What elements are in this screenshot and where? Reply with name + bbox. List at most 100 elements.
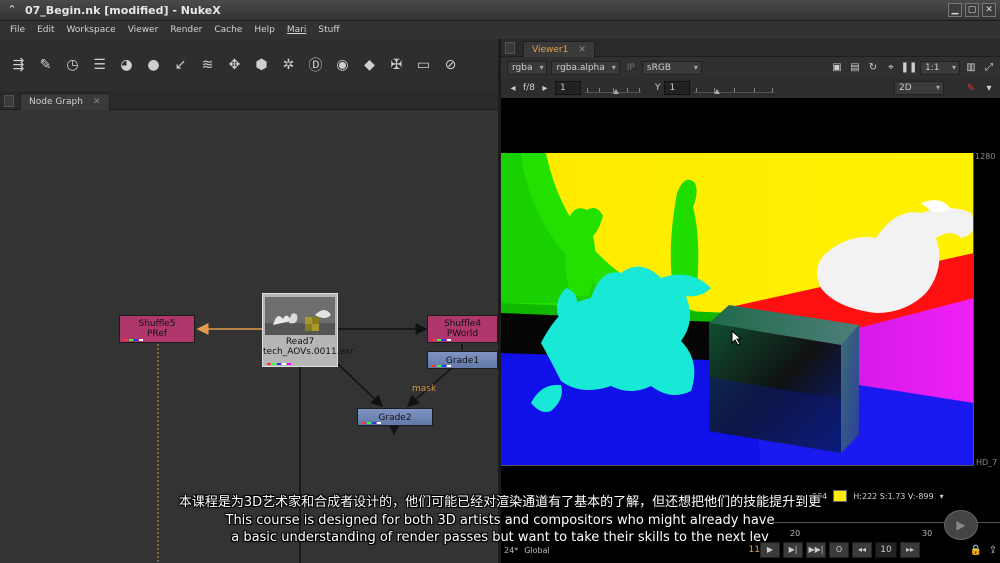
- channel-swatches: [432, 339, 451, 341]
- draw-icon[interactable]: ✎: [33, 53, 58, 78]
- refresh-icon[interactable]: ↻: [866, 61, 880, 75]
- maximize-button[interactable]: ▢: [965, 3, 979, 17]
- menu-viewer[interactable]: Viewer: [122, 25, 165, 35]
- tab-viewer1-label: Viewer1: [532, 44, 569, 55]
- node-grade1[interactable]: Grade1: [427, 351, 498, 369]
- menu-bar: File Edit Workspace Viewer Render Cache …: [0, 21, 1000, 39]
- next-frame-button[interactable]: ▶|: [783, 542, 803, 558]
- image-icon[interactable]: ⇶: [6, 53, 31, 78]
- panel-grip-icon[interactable]: [505, 42, 515, 54]
- metadata-icon[interactable]: ◆: [357, 53, 382, 78]
- viewer-controls-top: rgba rgba.alpha IP sRGB ▣ ▤ ↻ ⌖ ❚❚ 1:1 ▥…: [501, 57, 1000, 78]
- gamma-slider[interactable]: [694, 83, 775, 94]
- menu-help[interactable]: Help: [248, 25, 281, 35]
- channel-swatches: [124, 339, 143, 341]
- node-read7-title: Read7: [285, 337, 315, 347]
- node-shuffle4[interactable]: Shuffle4 PWorld: [427, 315, 498, 343]
- colorspace-dropdown[interactable]: sRGB: [641, 60, 702, 75]
- menu-cache[interactable]: Cache: [208, 25, 248, 35]
- node-shuffle5-sub: PRef: [147, 329, 167, 339]
- color-picker-icon[interactable]: ✎: [964, 81, 978, 95]
- channel-swatches: [267, 363, 291, 365]
- fstop-label: f/8: [523, 83, 535, 93]
- zoom-dropdown[interactable]: 1:1: [920, 60, 960, 75]
- node-grade2[interactable]: Grade2: [357, 408, 433, 426]
- close-button[interactable]: ✕: [982, 3, 996, 17]
- channel-swatches: [362, 422, 381, 424]
- title-bar: ⌃ 07_Begin.nk [modified] - NukeX ▁ ▢ ✕: [0, 0, 1000, 21]
- panel-grip-icon[interactable]: [4, 95, 14, 107]
- tab-viewer1[interactable]: Viewer1 ✕: [523, 41, 595, 57]
- node-shuffle5-title: Shuffle5: [138, 319, 176, 329]
- play-forward-button[interactable]: ▶: [760, 542, 780, 558]
- skip-forward-button[interactable]: ▸▸: [900, 542, 920, 558]
- particles-icon[interactable]: ✲: [276, 53, 301, 78]
- viewer-controls-bottom: ◂ f/8 ▸ 1 Y 1 2D ✎ ▾: [501, 78, 1000, 98]
- toolsets-icon[interactable]: ✠: [384, 53, 409, 78]
- merge-icon[interactable]: ≋: [195, 53, 220, 78]
- transform-icon[interactable]: ✥: [222, 53, 247, 78]
- menu-edit[interactable]: Edit: [31, 25, 60, 35]
- window-menu-icon[interactable]: ⌃: [5, 3, 19, 17]
- fps-field[interactable]: 24*: [504, 546, 518, 555]
- fstop-left-icon[interactable]: ◂: [507, 83, 519, 94]
- deep-icon[interactable]: Ⓓ: [303, 53, 328, 78]
- gain-slider[interactable]: [584, 83, 641, 94]
- lock-icon[interactable]: 🔒: [969, 543, 983, 557]
- color-icon[interactable]: ◕: [114, 53, 139, 78]
- viewer-settings-icon[interactable]: ▥: [964, 61, 978, 75]
- step-field[interactable]: 10: [875, 542, 897, 558]
- input-process-toggle[interactable]: IP: [624, 63, 638, 73]
- scope-dropdown[interactable]: Global: [524, 546, 550, 555]
- more-options-icon[interactable]: ▾: [982, 81, 996, 95]
- node-shuffle4-sub: PWorld: [446, 329, 479, 339]
- node-shuffle4-title: Shuffle4: [443, 319, 482, 329]
- channels-dropdown[interactable]: rgba: [507, 60, 548, 75]
- format-name-label: HD_7: [976, 458, 998, 467]
- filter-icon[interactable]: ●: [141, 53, 166, 78]
- guides-icon[interactable]: ⌖: [884, 61, 898, 75]
- roi-icon[interactable]: ▣: [830, 61, 844, 75]
- alpha-channel-dropdown[interactable]: rgba.alpha: [551, 60, 620, 75]
- clip-warning-icon[interactable]: ▤: [848, 61, 862, 75]
- render-image: [501, 153, 974, 466]
- view-mode-dropdown[interactable]: 2D: [894, 81, 944, 95]
- transport-controls: ▶ ▶| ▶▶| O ◂◂ 10 ▸▸ 🔒 ⇪: [760, 540, 1000, 560]
- stop-button[interactable]: O: [829, 542, 849, 558]
- last-frame-button[interactable]: ▶▶|: [806, 542, 826, 558]
- pause-icon[interactable]: ❚❚: [901, 61, 918, 75]
- 3d-icon[interactable]: ⬢: [249, 53, 274, 78]
- skip-back-button[interactable]: ◂◂: [852, 542, 872, 558]
- time-icon[interactable]: ◷: [60, 53, 85, 78]
- info-dropdown-icon[interactable]: ▾: [940, 492, 944, 501]
- menu-file[interactable]: File: [4, 25, 31, 35]
- minimize-button[interactable]: ▁: [948, 3, 962, 17]
- views-icon[interactable]: ◉: [330, 53, 355, 78]
- close-tab-icon[interactable]: ✕: [578, 45, 586, 55]
- node-shuffle5[interactable]: Shuffle5 PRef: [119, 315, 195, 343]
- viewer-expand-icon[interactable]: ⤢: [982, 61, 996, 75]
- current-frame-field[interactable]: 11: [749, 545, 760, 555]
- keyer-icon[interactable]: ↙: [168, 53, 193, 78]
- close-tab-icon[interactable]: ✕: [93, 97, 101, 107]
- fstop-right-icon[interactable]: ▸: [539, 83, 551, 94]
- node-graph-canvas[interactable]: Shuffle5 PRef Shuffle4 PWorld Grade1 Gra…: [0, 110, 498, 563]
- menu-render[interactable]: Render: [164, 25, 208, 35]
- furnace-icon[interactable]: ⊘: [438, 53, 463, 78]
- mouse-cursor-icon: [731, 330, 743, 346]
- other-icon[interactable]: ▭: [411, 53, 436, 78]
- node-graph-tabbar: Node Graph ✕: [0, 91, 498, 110]
- export-icon[interactable]: ⇪: [986, 543, 1000, 557]
- pixel-hsv: H:222 S:1.73 V:-899: [853, 491, 934, 501]
- menu-workspace[interactable]: Workspace: [61, 25, 122, 35]
- gain-field[interactable]: 1: [554, 81, 581, 95]
- menu-mari[interactable]: Mari: [281, 25, 312, 35]
- gamma-field[interactable]: 1: [664, 81, 691, 95]
- channel-icon[interactable]: ☰: [87, 53, 112, 78]
- node-read7[interactable]: Read7 tech_AOVs.0011.exr: [262, 293, 354, 367]
- menu-stuff[interactable]: Stuff: [312, 25, 345, 35]
- tab-node-graph[interactable]: Node Graph ✕: [20, 93, 110, 110]
- pixel-value: 994: [812, 491, 828, 501]
- tab-node-graph-label: Node Graph: [29, 97, 83, 107]
- play-overlay-icon[interactable]: ▶: [944, 510, 978, 540]
